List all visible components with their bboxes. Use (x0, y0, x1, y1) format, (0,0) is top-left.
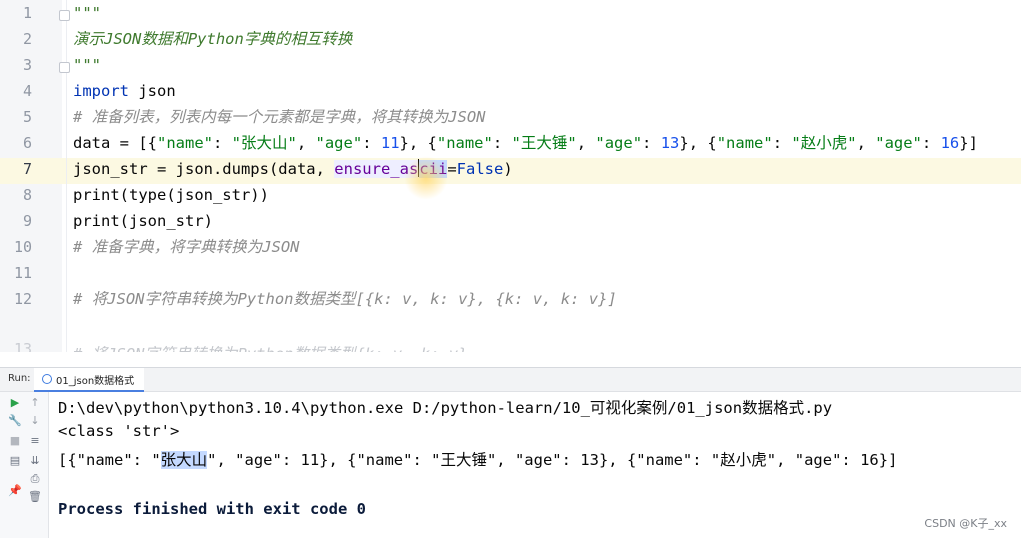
line-number: 3 (22, 56, 32, 74)
code-token: , (856, 134, 876, 152)
line-number: 2 (22, 30, 32, 48)
string-token: "张大山" (231, 134, 297, 152)
code-token: : (362, 134, 381, 152)
arrow-down-icon[interactable]: ↓ (28, 414, 42, 428)
code-token: data = [{ (73, 134, 157, 152)
line-number: 12 (13, 290, 32, 308)
soft-wrap-icon[interactable]: ≡ (28, 434, 42, 448)
code-line-5: # 准备列表，列表内每一个元素都是字典，将其转换为JSON (73, 108, 486, 126)
trash-icon[interactable]: 🗑 (28, 490, 42, 504)
string-token: "name" (157, 134, 213, 152)
code-token: ) (503, 160, 513, 178)
line-number: 10 (13, 238, 32, 256)
pin-icon[interactable]: 📌 (8, 484, 22, 498)
string-token: "赵小虎" (791, 134, 857, 152)
line-number: 9 (22, 212, 32, 230)
run-tab-label: 01_json数据格式 (56, 375, 135, 387)
string-token: "age" (315, 134, 363, 152)
string-token: "age" (875, 134, 922, 152)
number-token: 16 (940, 134, 960, 152)
console-text: [{"name": " (58, 451, 161, 469)
gutter-separator (66, 0, 67, 352)
code-line-1: """ (73, 4, 101, 22)
code-line-10: # 准备字典，将字典转换为JSON (73, 238, 300, 256)
line-number: 4 (22, 82, 32, 100)
code-line-12: # 将JSON字符串转换为Python数据类型[{k: v, k: v}, {k… (73, 290, 617, 308)
run-title: Run: (8, 373, 31, 384)
string-token: "name" (436, 134, 493, 152)
python-file-icon (42, 374, 52, 384)
import-keyword: import (73, 82, 129, 100)
process-finished-line: Process finished with exit code 0 (58, 500, 366, 518)
scroll-to-end-icon[interactable]: ⇊ (28, 454, 42, 468)
code-line-8: print(type(json_str)) (73, 186, 269, 204)
module-name: json (129, 82, 176, 100)
code-token: }, { (679, 134, 717, 152)
code-editor[interactable]: 1 2 3 4 5 6 7 8 9 10 11 12 13 """ 演示JSON… (0, 0, 1021, 352)
line-number: 13 (13, 340, 32, 352)
run-toolbar: ▶ ↑ 🔧 ↓ ■ ≡ ▤ ⇊ ⎙ 📌 🗑 (0, 392, 49, 538)
code-token: : (772, 134, 792, 152)
layout-icon[interactable]: ▤ (8, 454, 22, 468)
line-number: 11 (13, 264, 32, 282)
mouse-pointer-highlight (404, 156, 448, 200)
watermark: CSDN @K子_xx (924, 517, 1007, 530)
code-token: , (296, 134, 316, 152)
string-token: "name" (716, 134, 773, 152)
run-tool-window: Run: 01_json数据格式 ▶ ↑ 🔧 ↓ ■ ≡ ▤ ⇊ ⎙ 📌 🗑 D… (0, 367, 1021, 538)
line-number: 8 (22, 186, 32, 204)
number-token: 13 (660, 134, 680, 152)
play-icon[interactable]: ▶ (8, 396, 22, 410)
wrench-icon[interactable]: 🔧 (8, 414, 22, 428)
print-icon[interactable]: ⎙ (28, 472, 42, 486)
code-line-13: # 将JSON字符串转换为Python数据类型{k: v, k: v} (73, 342, 467, 352)
fold-marker-icon[interactable] (59, 62, 70, 73)
code-token: : (921, 134, 941, 152)
console-text: ", "age": 11}, {"name": "王大锤", "age": 13… (207, 451, 898, 469)
string-token: "age" (595, 134, 643, 152)
code-token: , (576, 134, 596, 152)
code-token: = (447, 160, 457, 178)
string-token: "王大锤" (511, 134, 577, 152)
code-token: : (213, 134, 232, 152)
keyword-token: False (456, 160, 504, 178)
code-line-9: print(json_str) (73, 212, 213, 230)
fold-marker-icon[interactable] (59, 10, 70, 21)
line-number: 1 (22, 4, 32, 22)
line-number: 5 (22, 108, 32, 126)
console-command-line: D:\dev\python\python3.10.4\python.exe D:… (58, 399, 833, 417)
code-token: }] (959, 134, 978, 152)
arrow-up-icon[interactable]: ↑ (28, 396, 42, 410)
code-line-4: import json (73, 78, 176, 104)
selected-text: 张大山 (160, 451, 208, 469)
console-output-line: [{"name": "张大山", "age": 11}, {"name": "王… (58, 448, 897, 470)
run-header: Run: 01_json数据格式 (0, 368, 1021, 392)
code-line-2: 演示JSON数据和Python字典的相互转换 (73, 30, 353, 48)
run-config-tab[interactable]: 01_json数据格式 (34, 368, 145, 392)
stop-icon[interactable]: ■ (8, 434, 22, 448)
code-token: json_str = json.dumps(data, (73, 160, 335, 178)
code-line-6: data = [{"name": "张大山", "age": 11}, {"na… (73, 130, 978, 156)
line-number: 7 (22, 160, 32, 178)
line-number: 6 (22, 134, 32, 152)
code-token: : (642, 134, 661, 152)
code-token: }, { (399, 134, 437, 152)
code-line-3: """ (73, 56, 101, 74)
code-token: : (492, 134, 512, 152)
console-output-line: <class 'str'> (58, 422, 180, 440)
number-token: 11 (380, 134, 400, 152)
